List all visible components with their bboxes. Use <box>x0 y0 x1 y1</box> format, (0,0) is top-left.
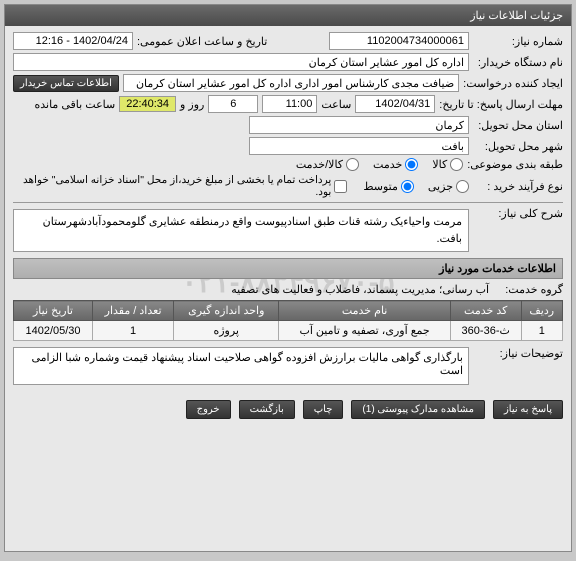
buyer-label: نام دستگاه خریدار: <box>473 56 563 69</box>
city-label: شهر محل تحویل: <box>473 140 563 153</box>
cell-unit: پروژه <box>174 321 279 341</box>
announce-input[interactable] <box>13 32 133 50</box>
table-row[interactable]: 1 ث-36-360 جمع آوری، تصفیه و تامین آب پر… <box>14 321 563 341</box>
time-label: ساعت <box>321 98 351 111</box>
province-label: استان محل تحویل: <box>473 119 563 132</box>
th-code: کد خدمت <box>450 301 521 321</box>
need-desc-box: مرمت واحیاءیک رشته قنات طبق اسنادپیوست و… <box>13 209 469 252</box>
class-service-text: خدمت <box>373 158 402 171</box>
service-group-value: آب رسانی؛ مدیریت پسماند، فاضلاب و فعالیت… <box>231 283 489 296</box>
province-input[interactable] <box>249 116 469 134</box>
payment-note-option[interactable]: پرداخت تمام یا بخشی از مبلغ خرید،از محل … <box>13 174 347 198</box>
payment-checkbox[interactable] <box>334 180 347 193</box>
deadline-time-input[interactable] <box>262 95 317 113</box>
class-goods-radio[interactable] <box>450 158 463 171</box>
days-input[interactable] <box>208 95 258 113</box>
purchase-medium-text: متوسط <box>363 180 398 193</box>
creator-input[interactable] <box>123 74 459 92</box>
th-qty: تعداد / مقدار <box>93 301 174 321</box>
payment-note-text: پرداخت تمام یا بخشی از مبلغ خرید،از محل … <box>13 174 331 198</box>
class-both-text: کالا/خدمت <box>296 158 343 171</box>
city-input[interactable] <box>249 137 469 155</box>
deadline-label: مهلت ارسال پاسخ: تا تاریخ: <box>439 98 563 111</box>
cell-row: 1 <box>521 321 562 341</box>
purchase-minor-text: جزیی <box>428 180 453 193</box>
back-button[interactable]: بازگشت <box>239 400 295 419</box>
contact-buyer-button[interactable]: اطلاعات تماس خریدار <box>13 75 119 92</box>
notes-label: توضیحات نیاز: <box>473 347 563 360</box>
class-goods-text: کالا <box>432 158 447 171</box>
respond-button[interactable]: پاسخ به نیاز <box>493 400 563 419</box>
notes-textarea[interactable] <box>13 347 469 385</box>
class-both-radio[interactable] <box>346 158 359 171</box>
purchase-medium-radio[interactable] <box>401 180 414 193</box>
purchase-minor-radio[interactable] <box>456 180 469 193</box>
need-no-input[interactable] <box>329 32 469 50</box>
print-button[interactable]: چاپ <box>303 400 344 419</box>
attachments-button[interactable]: مشاهده مدارک پیوستی (1) <box>351 400 485 419</box>
window-title: جزئیات اطلاعات نیاز <box>5 5 571 26</box>
class-service-option[interactable]: خدمت <box>373 158 418 171</box>
class-label: طبقه بندی موضوعی: <box>467 158 563 171</box>
remaining-label: ساعت باقی مانده <box>34 98 115 111</box>
service-group-label: گروه خدمت: <box>493 283 563 296</box>
class-both-option[interactable]: کالا/خدمت <box>296 158 359 171</box>
th-unit: واحد اندازه گیری <box>174 301 279 321</box>
buyer-input[interactable] <box>13 53 469 71</box>
cell-date: 1402/05/30 <box>14 321 93 341</box>
cell-qty: 1 <box>93 321 174 341</box>
class-service-radio[interactable] <box>405 158 418 171</box>
divider <box>13 202 563 203</box>
services-section-header: اطلاعات خدمات مورد نیاز <box>13 258 563 279</box>
deadline-date-input[interactable] <box>355 95 435 113</box>
class-goods-option[interactable]: کالا <box>432 158 463 171</box>
purchase-type-label: نوع فرآیند خرید : <box>473 180 563 193</box>
th-row: ردیف <box>521 301 562 321</box>
days-label: روز و <box>180 98 204 111</box>
purchase-minor-option[interactable]: جزیی <box>428 180 469 193</box>
th-name: نام خدمت <box>279 301 451 321</box>
cell-name: جمع آوری، تصفیه و تامین آب <box>279 321 451 341</box>
services-table: ردیف کد خدمت نام خدمت واحد اندازه گیری ت… <box>13 300 563 341</box>
th-date: تاریخ نیاز <box>14 301 93 321</box>
need-no-label: شماره نیاز: <box>473 35 563 48</box>
cell-code: ث-36-360 <box>450 321 521 341</box>
purchase-medium-option[interactable]: متوسط <box>363 180 414 193</box>
announce-label: تاریخ و ساعت اعلان عمومی: <box>137 35 267 48</box>
need-desc-label: شرح کلی نیاز: <box>473 207 563 220</box>
exit-button[interactable]: خروج <box>186 400 231 419</box>
countdown: 22:40:34 <box>119 96 176 112</box>
creator-label: ایجاد کننده درخواست: <box>463 77 563 90</box>
